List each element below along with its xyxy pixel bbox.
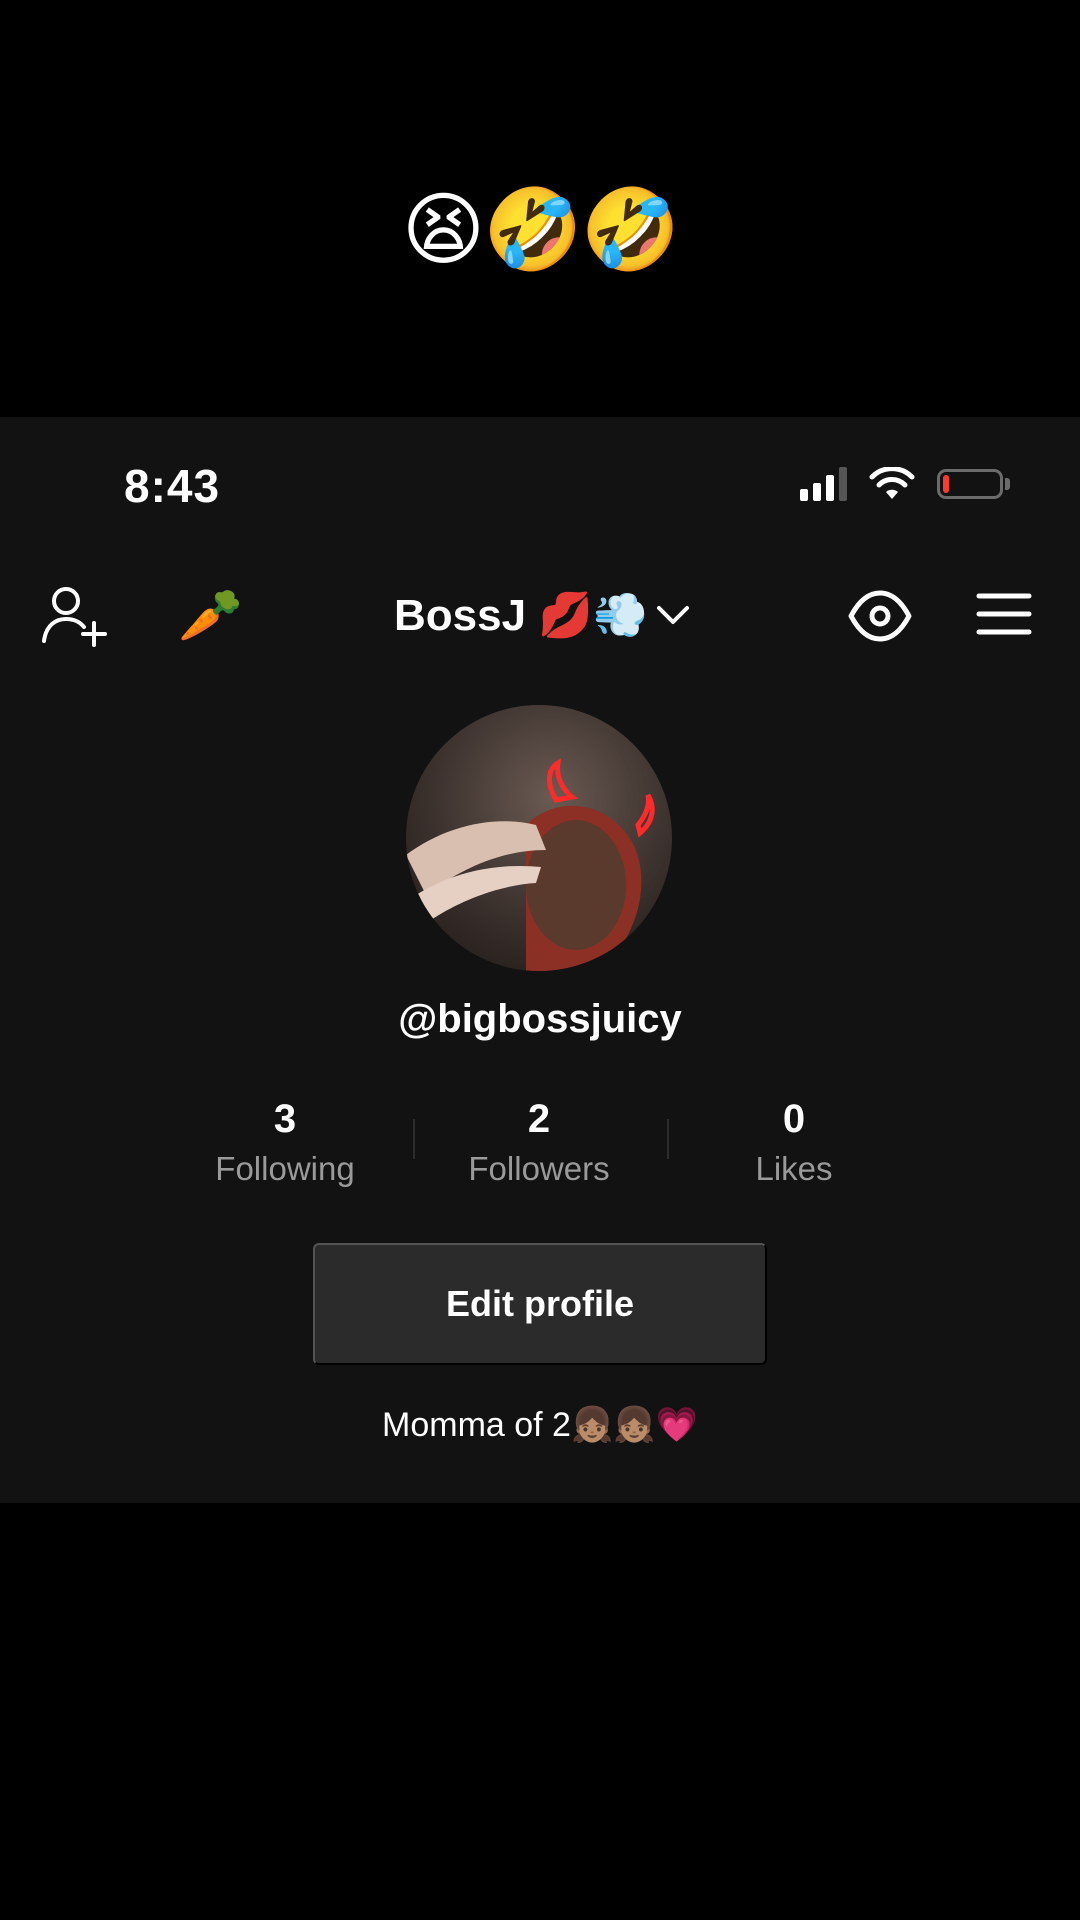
following-count: 3 <box>273 1097 297 1141</box>
edit-profile-button[interactable]: Edit profile <box>313 1243 767 1365</box>
battery-icon <box>937 469 1003 499</box>
avatar[interactable] <box>406 705 672 971</box>
stat-followers[interactable]: 2 Followers <box>429 1097 649 1189</box>
account-name: BossJ 💋💨 <box>394 591 648 640</box>
video-caption: 😫🤣🤣 <box>401 185 681 274</box>
hamburger-menu-icon[interactable] <box>976 592 1032 641</box>
profile-bio: Momma of 2👧🏽👧🏽💗 <box>382 1406 698 1444</box>
status-time: 8:43 <box>124 460 221 512</box>
battery-level <box>943 475 950 493</box>
status-icons <box>800 467 1010 501</box>
username: @bigbossjuicy <box>398 997 682 1041</box>
battery-tip <box>1005 478 1010 490</box>
stat-divider <box>413 1119 415 1159</box>
wifi-icon <box>869 467 915 499</box>
likes-count: 0 <box>782 1097 806 1141</box>
stat-divider <box>667 1119 669 1159</box>
eye-icon[interactable] <box>848 589 912 648</box>
profile-stats: 3 Following 2 Followers 0 Likes <box>0 1097 1080 1197</box>
followers-count: 2 <box>527 1097 551 1141</box>
avatar-photo <box>406 758 655 971</box>
chevron-down-icon <box>656 606 689 624</box>
account-switcher[interactable]: BossJ 💋💨 <box>394 589 690 641</box>
followers-label: Followers <box>468 1150 610 1187</box>
stat-likes[interactable]: 0 Likes <box>684 1097 904 1189</box>
likes-label: Likes <box>755 1150 833 1187</box>
stat-following[interactable]: 3 Following <box>175 1097 395 1189</box>
signal-icon <box>800 467 847 501</box>
top-nav: 🥕 BossJ 💋💨 <box>0 567 1080 667</box>
following-label: Following <box>215 1150 355 1187</box>
profile-screen: 8:43 🥕 BossJ 💋💨 @bigbossjuicy 3 Followin… <box>0 417 1080 1503</box>
person-plus-icon[interactable] <box>42 585 108 652</box>
carrot-emoji[interactable]: 🥕 <box>178 585 243 646</box>
